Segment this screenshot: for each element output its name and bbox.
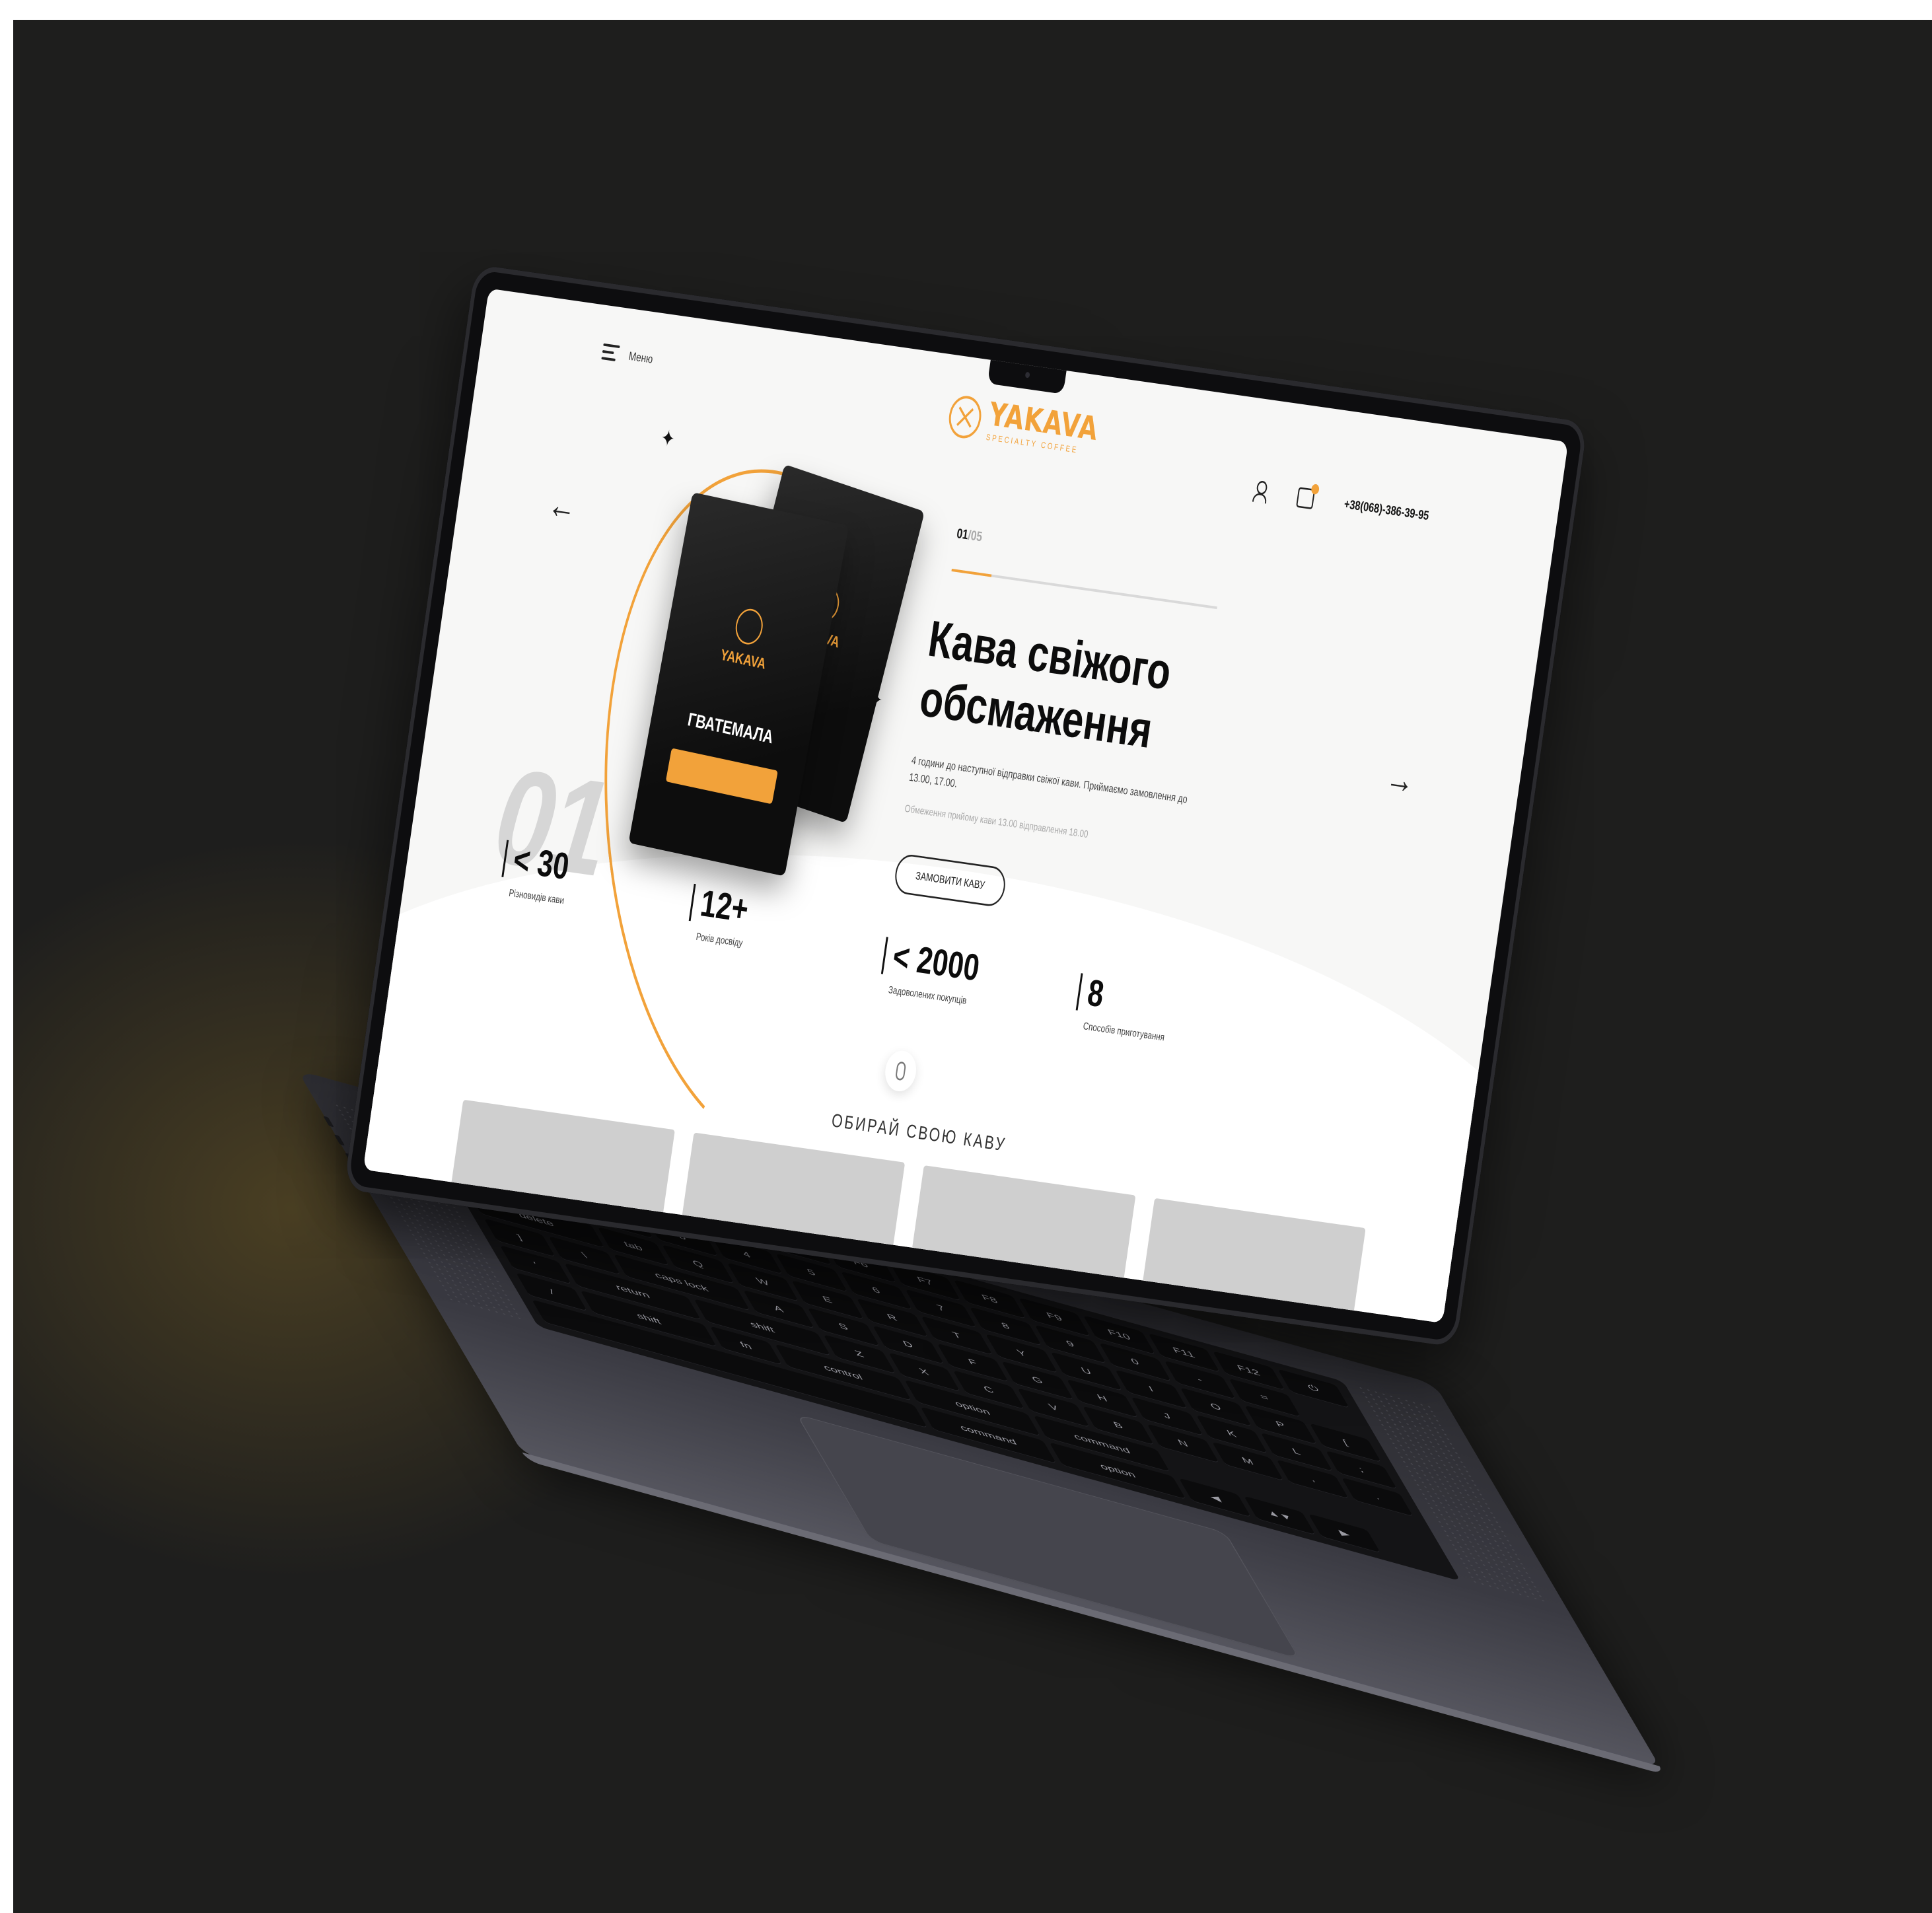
product-name: ГВАТЕМАЛА [686, 708, 775, 748]
menu-button[interactable]: Меню [600, 339, 655, 371]
keyboard-key[interactable]: ▶ [1308, 1513, 1381, 1554]
laptop-screen: 01 Меню YAKAVA SPECIALTY COFFEE +38(068)… [363, 288, 1569, 1324]
next-arrow-icon[interactable]: → [1383, 757, 1417, 802]
camera-icon [1024, 371, 1030, 379]
stat-varieties: < 30 Різновидів кави [499, 839, 571, 906]
bag-label [665, 748, 778, 805]
hero-headline: Кава свіжого обсмаження [916, 609, 1175, 762]
stat-value: 12+ [688, 883, 751, 931]
hamburger-icon [600, 339, 620, 365]
phone-number[interactable]: +38(068)-386-39-95 [1343, 497, 1430, 523]
laptop-lid: 01 Меню YAKAVA SPECIALTY COFFEE +38(068)… [343, 264, 1588, 1348]
site-logo[interactable]: YAKAVA SPECIALTY COFFEE [946, 392, 1100, 458]
stat-value: < 30 [501, 839, 571, 888]
menu-label: Меню [627, 348, 654, 365]
slide-progress [951, 569, 1217, 610]
user-icon[interactable] [1252, 480, 1269, 503]
cart-badge [1310, 484, 1320, 495]
header-actions: +38(068)-386-39-95 [1252, 480, 1431, 526]
website: 01 Меню YAKAVA SPECIALTY COFFEE +38(068)… [363, 289, 1569, 1324]
backdrop: escF1F2F3F4F5F6F7F8F9F10F11F12⏻~12345678… [13, 20, 1932, 1913]
bag-logo-icon [733, 606, 766, 647]
logo-icon [946, 393, 984, 441]
slide-total: /05 [967, 528, 984, 545]
prev-arrow-icon[interactable]: ← [546, 484, 579, 528]
keyboard-key[interactable]: ◀ [1178, 1478, 1252, 1518]
slide-counter: 01/05 [956, 526, 984, 545]
keyboard-key[interactable]: ▲▼ [1243, 1496, 1316, 1536]
stat-experience: 12+ Років досвіду [686, 883, 751, 949]
mouse-icon [894, 1061, 907, 1081]
sparkle-icon: ✦ [659, 424, 677, 452]
slide-progress-fill [951, 569, 992, 577]
cart-icon[interactable] [1296, 484, 1320, 510]
